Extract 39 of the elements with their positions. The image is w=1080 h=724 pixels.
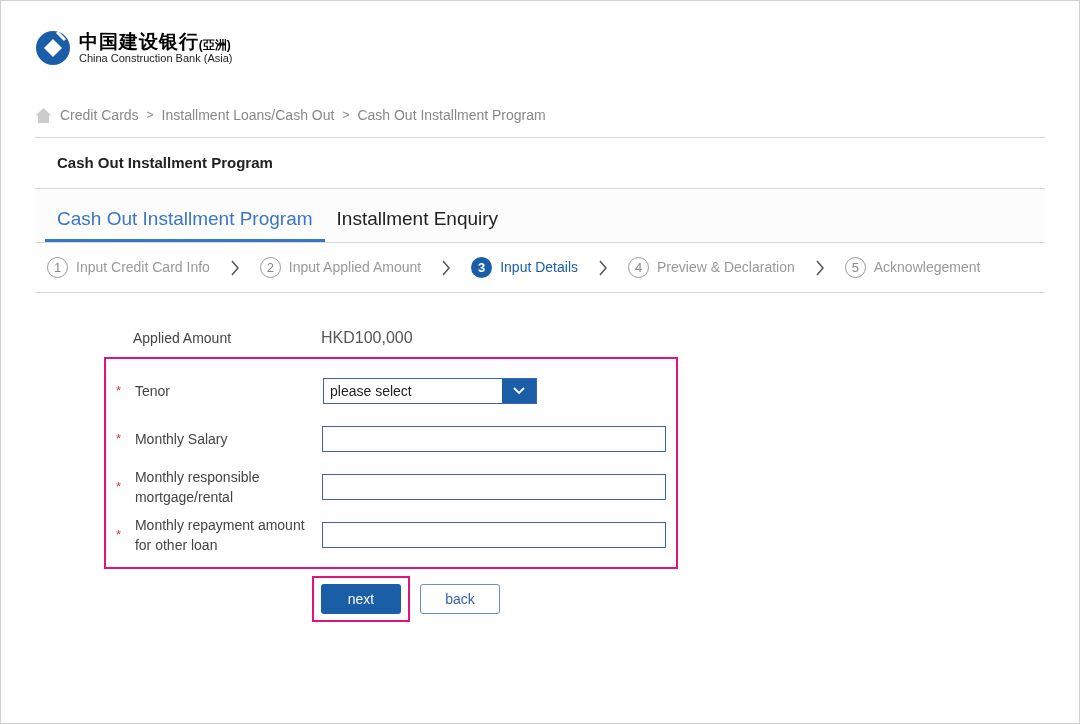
required-marker: * xyxy=(116,478,123,497)
field-label: Tenor xyxy=(135,382,172,401)
step-label: Preview & Declaration xyxy=(657,258,795,277)
field-label: Monthly repayment amount for other loan xyxy=(134,516,306,555)
tab[interactable]: Cash Out Installment Program xyxy=(45,200,325,242)
required-marker: * xyxy=(116,526,123,545)
logo-english-name: China Construction Bank (Asia) xyxy=(79,53,233,64)
required-marker: * xyxy=(116,382,123,401)
chevron-down-icon xyxy=(513,387,525,395)
step-label: Input Applied Amount xyxy=(288,258,422,277)
required-marker: * xyxy=(116,430,123,449)
breadcrumb-link[interactable]: Installment Loans/Cash Out xyxy=(161,104,335,126)
field-label: Applied Amount xyxy=(133,328,233,348)
breadcrumb-separator: > xyxy=(342,107,350,124)
chevron-right-icon xyxy=(598,259,608,276)
input-field[interactable] xyxy=(322,522,666,548)
tab[interactable]: Installment Enquiry xyxy=(324,200,511,242)
chevron-right-icon xyxy=(441,259,452,276)
field-label: Monthly Salary xyxy=(134,430,229,449)
step-number: 3 xyxy=(471,257,493,278)
step-label: Input Credit Card Info xyxy=(76,258,210,277)
breadcrumb-link[interactable]: Cash Out Installment Program xyxy=(357,104,546,126)
step-label: Input Details xyxy=(500,258,578,277)
bank-logo-icon xyxy=(35,30,71,66)
next-button[interactable]: next xyxy=(321,584,401,614)
logo-region: (亞洲) xyxy=(198,39,231,51)
breadcrumb-link[interactable]: Credit Cards xyxy=(60,104,139,126)
step-label: Acknowlegement xyxy=(873,258,981,277)
applied-amount-value: HKD100,000 xyxy=(321,328,413,348)
chevron-right-icon xyxy=(229,259,240,276)
back-button[interactable]: back xyxy=(420,584,500,614)
page-title: Cash Out Installment Program xyxy=(57,152,273,173)
breadcrumb-separator: > xyxy=(146,107,154,124)
input-field[interactable] xyxy=(322,474,666,500)
tenor-dropdown[interactable]: please select xyxy=(323,378,537,404)
chevron-right-icon xyxy=(814,259,825,276)
field-label: Monthly responsible mortgage/rental xyxy=(134,468,261,507)
logo-chinese-name: 中国建设银行 xyxy=(79,32,199,51)
input-field[interactable] xyxy=(322,426,666,452)
